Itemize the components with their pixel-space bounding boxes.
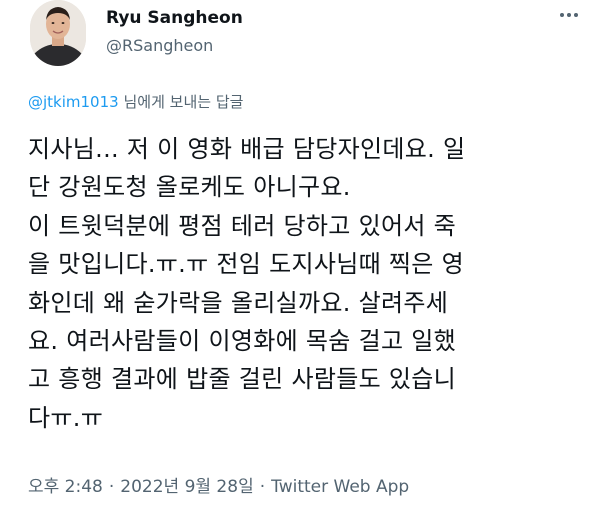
- author-handle[interactable]: @RSangheon: [106, 36, 213, 55]
- more-horizontal-icon[interactable]: [556, 2, 582, 28]
- tweet-date[interactable]: 2022년 9월 28일: [120, 477, 253, 497]
- tweet-line: 다ㅠ.ㅠ: [28, 403, 104, 432]
- profile-photo: [30, 0, 86, 66]
- tweet-line: 화인데 왜 숟가락을 올리실까요. 살려주세: [28, 288, 449, 317]
- tweet-line: 을 맛입니다.ㅠ.ㅠ 전임 도지사님때 찍은 영: [28, 250, 464, 279]
- tweet-text: 지사님... 저 이 영화 배급 담당자인데요. 일 단 강원도청 올로케도 아…: [28, 130, 588, 437]
- author-display-name[interactable]: Ryu Sangheon: [106, 8, 243, 28]
- avatar[interactable]: [30, 0, 86, 66]
- reply-mention-link[interactable]: @jtkim1013: [28, 93, 119, 111]
- tweet-time[interactable]: 오후 2:48: [28, 477, 103, 497]
- tweet-line: 이 트윗덕분에 평점 테러 당하고 있어서 죽: [28, 211, 457, 240]
- tweet-line: 고 흥행 결과에 밥줄 걸린 사람들도 있습니: [28, 365, 457, 394]
- reply-context: @jtkim1013 님에게 보내는 답글: [28, 91, 243, 112]
- tweet-source-app[interactable]: Twitter Web App: [271, 477, 409, 497]
- tweet-line: 단 강원도청 올로케도 아니구요.: [28, 173, 351, 202]
- tweet-line: 지사님... 저 이 영화 배급 담당자인데요. 일: [28, 135, 466, 163]
- tweet-line: 요. 여러사람들이 이영화에 목숨 걸고 일했: [28, 327, 457, 356]
- meta-separator: ·: [259, 477, 266, 497]
- meta-separator: ·: [108, 477, 115, 497]
- tweet-card: Ryu Sangheon @RSangheon @jtkim1013 님에게 보…: [0, 0, 600, 509]
- tweet-metadata: 오후 2:48 · 2022년 9월 28일 · Twitter Web App: [28, 472, 409, 497]
- reply-suffix: 님에게 보내는 답글: [123, 93, 244, 111]
